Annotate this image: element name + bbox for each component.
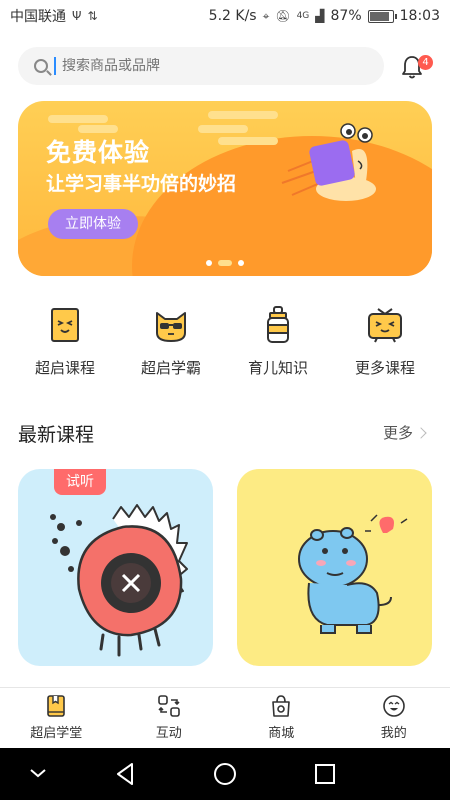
status-right: 5.2 K/s ⌖ 🔕︎ 4G ▟ 87% 18:03	[209, 8, 440, 24]
notification-badge: 4	[418, 55, 433, 70]
search-icon	[34, 59, 48, 73]
collapse-icon[interactable]	[29, 766, 47, 780]
course-card[interactable]: 试听	[18, 469, 213, 666]
more-link[interactable]: 更多	[383, 422, 427, 443]
bottom-tab-bar: 超启学堂 互动 商城 我的	[0, 687, 450, 748]
tv-face-icon	[368, 308, 402, 343]
usb-icon: Ψ	[72, 9, 82, 23]
tab-shop[interactable]: 商城	[225, 688, 338, 748]
text-cursor	[54, 57, 56, 75]
category-chaoqi-star[interactable]: 超启学霸	[121, 305, 221, 378]
section-title: 最新课程	[18, 424, 95, 446]
back-icon[interactable]	[114, 762, 136, 786]
home-book-icon	[47, 695, 66, 717]
carrier-label: 中国联通	[10, 9, 66, 25]
search-input[interactable]	[62, 58, 322, 74]
recents-icon[interactable]	[314, 763, 336, 785]
carousel-dot[interactable]	[238, 260, 244, 266]
blue-hippo-illustration	[298, 514, 408, 634]
more-label: 更多	[383, 424, 414, 442]
course-card[interactable]	[237, 469, 432, 666]
profile-face-icon	[382, 695, 405, 717]
home-icon[interactable]	[213, 762, 237, 786]
location-icon: ⌖	[262, 8, 270, 23]
category-label: 更多课程	[354, 359, 415, 377]
book-icon	[51, 308, 79, 342]
tab-label: 我的	[380, 726, 407, 741]
promo-banner[interactable]: 免费体验 让学习事半功倍的妙招 立即体验	[18, 101, 432, 276]
banner-cloud	[198, 125, 248, 133]
interact-icon	[157, 695, 180, 717]
snail-illustration	[281, 123, 376, 201]
tab-label: 互动	[155, 726, 182, 741]
tab-school[interactable]: 超启学堂	[0, 688, 113, 748]
category-chaoqi-course[interactable]: 超启课程	[15, 305, 115, 378]
status-left: 中国联通 Ψ ⇅	[10, 6, 98, 26]
status-bar: 中国联通 Ψ ⇅ 5.2 K/s ⌖ 🔕︎ 4G ▟ 87% 18:03	[0, 0, 450, 32]
trial-tag: 试听	[54, 469, 106, 495]
category-label: 育儿知识	[247, 359, 308, 377]
tab-mine[interactable]: 我的	[338, 688, 450, 748]
battery-percent: 87%	[330, 8, 362, 24]
clock: 18:03	[399, 8, 440, 24]
category-label: 超启课程	[34, 359, 95, 377]
category-more-courses[interactable]: 更多课程	[335, 305, 435, 378]
network-speed: 5.2 K/s	[208, 8, 257, 24]
battery-fill	[369, 11, 389, 21]
baby-bottle-icon	[267, 306, 289, 343]
search-bar[interactable]	[18, 47, 384, 85]
banner-title: 免费体验	[46, 138, 151, 167]
carousel-dots	[18, 260, 432, 266]
category-label: 超启学霸	[140, 359, 201, 377]
tab-label: 商城	[268, 726, 295, 741]
tab-label: 超启学堂	[30, 726, 83, 741]
category-parenting[interactable]: 育儿知识	[228, 305, 328, 378]
carousel-dot[interactable]	[206, 260, 212, 266]
data-transfer-icon: ⇅	[87, 9, 98, 23]
cool-cat-icon	[156, 312, 186, 342]
banner-cloud	[78, 125, 118, 133]
spiky-fish-illustration	[50, 504, 188, 657]
banner-cloud	[48, 115, 108, 123]
try-now-button[interactable]: 立即体验	[48, 209, 138, 239]
shop-bag-icon	[272, 695, 291, 717]
mute-icon: 🔕︎	[275, 9, 291, 23]
signal-icon: ▟	[315, 9, 325, 23]
chevron-right-icon	[415, 426, 427, 439]
network-type: 4G	[296, 11, 310, 21]
system-nav-bar	[0, 748, 450, 800]
banner-subtitle: 让学习事半功倍的妙招	[46, 173, 237, 195]
tab-interact[interactable]: 互动	[113, 688, 226, 748]
carousel-dot-active[interactable]	[218, 260, 232, 266]
battery-icon	[367, 9, 397, 23]
